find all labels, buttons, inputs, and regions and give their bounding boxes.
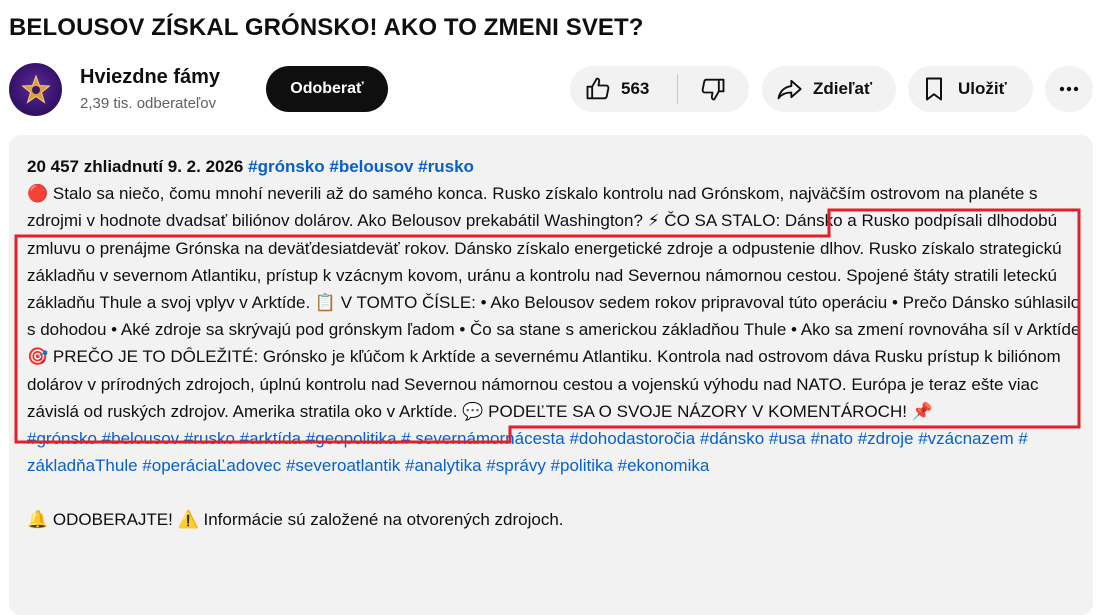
description-hashtags[interactable]: #grónsko #belousov #rusko #arktída #geop… [27, 425, 1085, 479]
like-button[interactable]: 563 [570, 66, 677, 112]
subscribe-button[interactable]: Odoberať [266, 66, 388, 112]
channel-avatar[interactable] [9, 63, 62, 116]
target-icon: 🎯 [27, 347, 49, 367]
more-horizontal-icon [1059, 86, 1079, 92]
description-meta: 20 457 zhliadnutí 9. 2. 2026 #grónsko #b… [27, 153, 1085, 180]
channel-name[interactable]: Hviezdne fámy [80, 66, 220, 89]
warning-icon: ⚠️ [177, 510, 199, 530]
views-and-date: 20 457 zhliadnutí 9. 2. 2026 [27, 157, 244, 176]
share-button[interactable]: Zdieľať [762, 66, 896, 112]
video-title: BELOUSOV ZÍSKAL GRÓNSKO! AKO TO ZMENI SV… [9, 14, 644, 41]
save-label: Uložiť [958, 79, 1007, 98]
subscriber-count: 2,39 tis. odberateľov [80, 95, 217, 112]
description-call-to-comment: PODEĽTE SA O SVOJE NÁZORY V KOMENTÁROCH! [483, 401, 912, 421]
header-hashtags[interactable]: #grónsko #belousov #rusko [248, 157, 474, 176]
lightning-icon: ⚡ [647, 211, 660, 231]
share-arrow-icon [777, 79, 802, 100]
clipboard-icon: 📋 [314, 293, 337, 313]
star-logo-icon [20, 74, 51, 104]
bell-icon: 🔔 [27, 510, 49, 530]
thumbs-down-icon [701, 78, 725, 101]
dislike-button[interactable] [678, 66, 748, 112]
speech-balloon-icon: 💬 [462, 401, 484, 421]
like-count: 563 [621, 79, 650, 98]
red-circle-icon: 🔴 [27, 184, 49, 204]
footer-subscribe-text: ODOBERAJTE! [48, 510, 178, 530]
description-panel[interactable]: 20 457 zhliadnutí 9. 2. 2026 #grónsko #b… [9, 135, 1093, 615]
footer-sources-text: Informácie sú založené na otvorených zdr… [198, 510, 564, 530]
description-body: 🔴 Stalo sa niečo, čomu mnohí neverili až… [27, 180, 1085, 425]
bookmark-icon [926, 77, 942, 101]
save-button[interactable]: Uložiť [908, 66, 1033, 112]
more-actions-button[interactable] [1045, 66, 1093, 112]
thumbs-up-icon [586, 77, 610, 100]
like-dislike-group: 563 [570, 66, 749, 112]
share-label: Zdieľať [813, 79, 873, 98]
description-text: 20 457 zhliadnutí 9. 2. 2026 #grónsko #b… [27, 153, 1085, 534]
pushpin-icon: 📌 [911, 401, 933, 421]
description-footer: 🔔 ODOBERAJTE! ⚠️ Informácie sú založené … [27, 506, 1085, 533]
